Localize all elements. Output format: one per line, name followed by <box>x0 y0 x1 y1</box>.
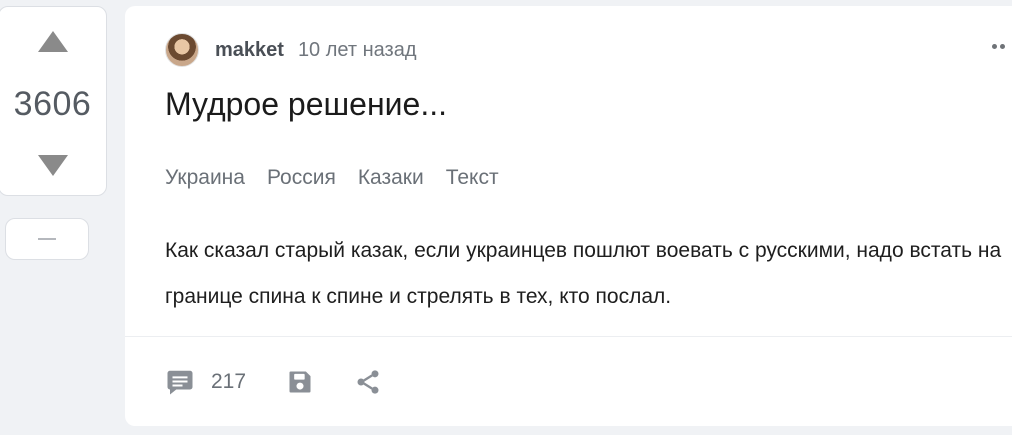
post-actions: 217 <box>165 364 382 400</box>
minus-icon <box>38 238 56 240</box>
triangle-down-icon <box>37 154 68 176</box>
rating-value: 3606 <box>13 85 92 123</box>
comment-icon <box>167 370 193 395</box>
tag-russia[interactable]: Россия <box>267 166 336 190</box>
comments-button[interactable]: 217 <box>165 367 246 397</box>
post-body: Как сказал старый казак, если украинцев … <box>165 239 1002 308</box>
tag-cossacks[interactable]: Казаки <box>358 166 424 190</box>
save-icon <box>289 371 311 393</box>
rating-panel: 3606 <box>0 6 107 196</box>
save-button[interactable] <box>286 368 314 396</box>
tag-text[interactable]: Текст <box>446 166 499 190</box>
comments-count: 217 <box>211 370 247 393</box>
divider <box>125 336 1012 337</box>
post-card: makket 10 лет назад Мудрое решение... Ук… <box>125 6 1012 426</box>
tag-ukraine[interactable]: Украина <box>165 166 245 190</box>
downvote-button[interactable] <box>0 145 106 185</box>
share-button[interactable] <box>354 368 382 396</box>
share-icon <box>357 370 379 394</box>
upvote-button[interactable] <box>0 21 106 61</box>
avatar[interactable] <box>165 33 199 67</box>
more-options-icon[interactable] <box>992 44 1005 49</box>
minus-button[interactable] <box>5 218 89 260</box>
post-title[interactable]: Мудрое решение... <box>165 86 447 123</box>
post-time[interactable]: 10 лет назад <box>298 39 417 62</box>
author-name[interactable]: makket <box>215 39 284 62</box>
triangle-up-icon <box>37 30 68 52</box>
author-row: makket 10 лет назад <box>165 32 417 68</box>
tag-list: Украина Россия Казаки Текст <box>165 166 499 190</box>
